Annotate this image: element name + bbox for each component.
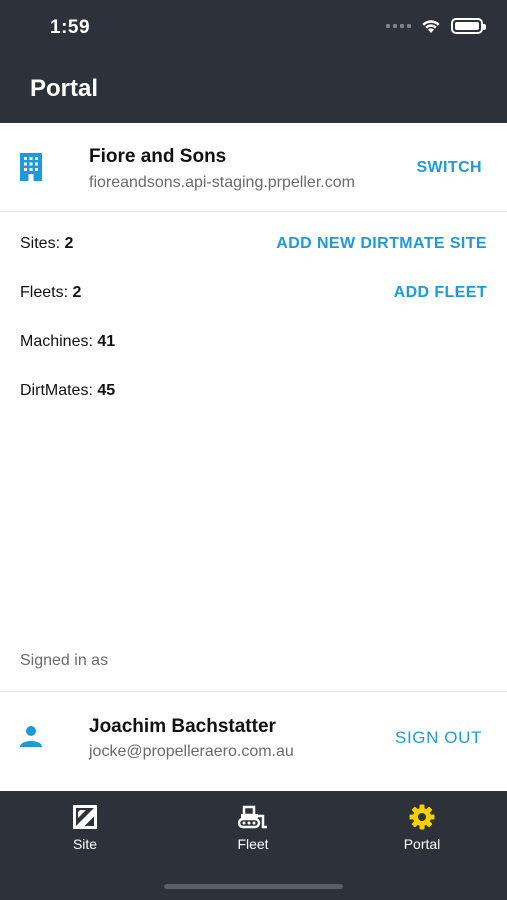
page-title: Portal <box>30 75 99 102</box>
tab-fleet-label: Fleet <box>237 836 269 852</box>
tab-site-label: Site <box>72 836 98 852</box>
user-row: Joachim Bachstatter jocke@propelleraero.… <box>0 691 507 791</box>
sites-label: Sites: <box>20 235 61 252</box>
machines-count: Machines: 41 <box>20 333 115 351</box>
user-email: jocke@propelleraero.com.au <box>89 743 294 760</box>
fleets-label: Fleets: <box>20 284 69 301</box>
building-icon <box>20 153 42 181</box>
add-fleet-button[interactable]: ADD FLEET <box>394 284 487 302</box>
tab-site[interactable]: Site <box>25 804 145 852</box>
person-icon <box>20 726 42 747</box>
switch-company-button[interactable]: SWITCH <box>416 159 482 177</box>
company-name: Fiore and Sons <box>89 146 227 167</box>
map-icon <box>73 805 97 829</box>
company-domain: fioreandsons.api-staging.prpeller.com <box>89 174 355 191</box>
machines-label: Machines: <box>20 333 93 350</box>
bulldozer-icon <box>238 805 267 829</box>
status-time: 1:59 <box>50 17 91 38</box>
tab-fleet[interactable]: Fleet <box>193 804 313 852</box>
user-name: Joachim Bachstatter <box>89 716 276 737</box>
signed-in-label: Signed in as <box>20 652 109 669</box>
tab-portal-label: Portal <box>403 836 441 852</box>
machines-value: 41 <box>97 333 116 350</box>
home-indicator <box>164 884 343 889</box>
dirtmates-value: 45 <box>97 382 116 399</box>
bottom-tab-bar: Site Fleet Portal <box>0 791 507 900</box>
sign-out-button[interactable]: SIGN OUT <box>395 728 482 748</box>
company-row: Fiore and Sons fioreandsons.api-staging.… <box>0 123 507 212</box>
wifi-icon <box>422 19 440 33</box>
app-header: 1:59 Portal <box>0 0 507 123</box>
add-dirtmate-site-button[interactable]: ADD NEW DIRTMATE SITE <box>276 235 487 253</box>
dirtmates-count: DirtMates: 45 <box>20 382 115 400</box>
battery-icon <box>451 18 486 34</box>
dirtmates-label: DirtMates: <box>20 382 93 399</box>
sites-count: Sites: 2 <box>20 235 73 253</box>
status-icons <box>386 18 486 34</box>
fleets-count: Fleets: 2 <box>20 284 81 302</box>
fleets-value: 2 <box>72 284 82 301</box>
sites-value: 2 <box>64 235 74 252</box>
gear-icon <box>409 804 435 830</box>
cellular-signal-icon <box>386 24 411 28</box>
tab-portal[interactable]: Portal <box>362 804 482 852</box>
